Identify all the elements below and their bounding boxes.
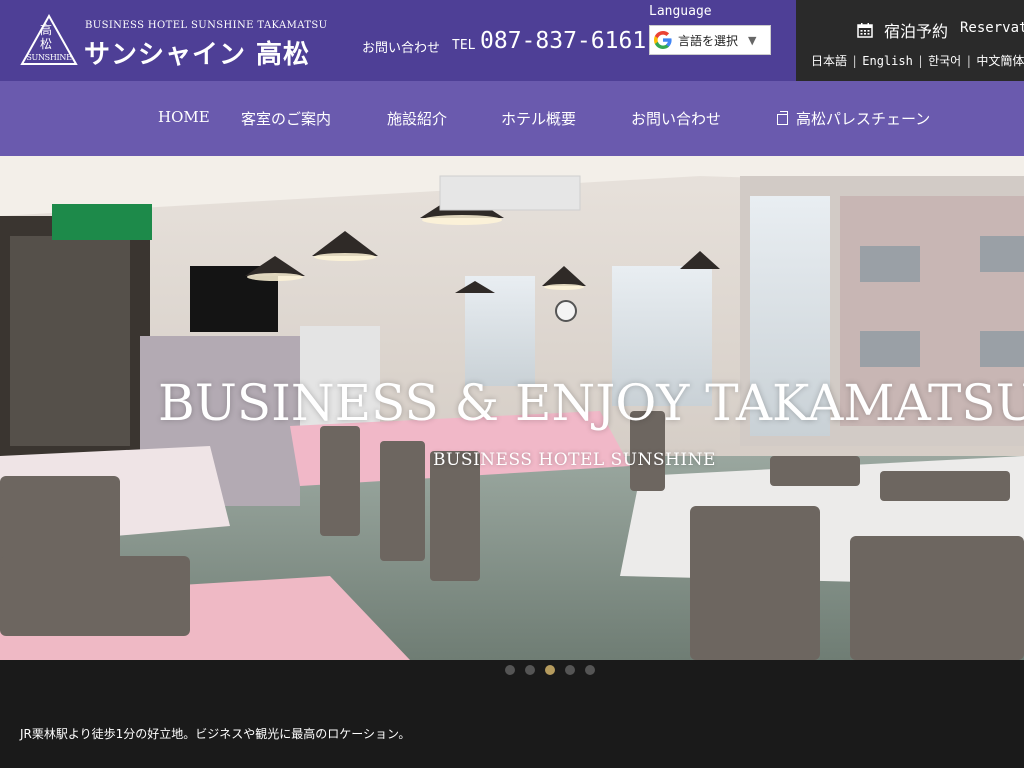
- slider-dots: [505, 665, 595, 675]
- nav-item-hotel-overview[interactable]: ホテル概要: [501, 108, 576, 129]
- nav-item-home[interactable]: HOME: [158, 108, 210, 126]
- hotel-logo[interactable]: 高 松 SUNSHINE: [20, 14, 78, 66]
- calendar-icon: [857, 23, 873, 38]
- reservation-link-en[interactable]: Reservati: [960, 20, 1024, 36]
- brand-name-en: BUSINESS HOTEL SUNSHINE TAKAMATSU: [85, 20, 328, 31]
- logo-kanji-bottom: 松: [40, 37, 53, 51]
- location-tagline: JR栗林駅より徒歩1分の好立地。ビジネスや観光に最高のロケーション。: [20, 727, 411, 741]
- lang-separator: |: [965, 54, 973, 68]
- language-links: 日本語 | English | 한국어 | 中文簡体: [811, 52, 1024, 69]
- lang-link-japanese[interactable]: 日本語: [811, 54, 847, 68]
- hero-subcaption: BUSINESS HOTEL SUNSHINE: [433, 450, 716, 470]
- external-link-icon: [777, 111, 788, 125]
- google-icon: [654, 31, 672, 49]
- hero-caption: BUSINESS & ENJOY TAKAMATSU: [158, 374, 1024, 432]
- slider-dot-2[interactable]: [525, 665, 535, 675]
- slider-dot-4[interactable]: [565, 665, 575, 675]
- nav-item-rooms[interactable]: 客室のご案内: [241, 108, 331, 129]
- reservation-link-ja[interactable]: 宿泊予約: [884, 18, 948, 42]
- language-label: Language: [649, 4, 712, 19]
- slider-dot-3[interactable]: [545, 665, 555, 675]
- tel-label: TEL: [452, 38, 476, 53]
- chevron-down-icon: ▼: [748, 33, 757, 47]
- nav-item-facilities[interactable]: 施設紹介: [387, 108, 447, 129]
- main-nav: HOME 客室のご案内 施設紹介 ホテル概要 お問い合わせ 高松パレスチェーン: [0, 81, 1024, 156]
- slider-dot-1[interactable]: [505, 665, 515, 675]
- lang-link-english[interactable]: English: [862, 54, 913, 68]
- phone-number[interactable]: 087-837-6161: [480, 28, 646, 54]
- site-header: 高 松 SUNSHINE BUSINESS HOTEL SUNSHINE TAK…: [0, 0, 1024, 81]
- slider-dot-5[interactable]: [585, 665, 595, 675]
- brand-name-ja[interactable]: サンシャイン 高松: [84, 34, 310, 71]
- lang-link-chinese[interactable]: 中文簡体: [976, 54, 1024, 68]
- language-select[interactable]: 言語を選択 ▼: [649, 25, 771, 55]
- nav-item-palace-chain[interactable]: 高松パレスチェーン: [777, 108, 930, 129]
- lang-link-korean[interactable]: 한국어: [928, 54, 961, 68]
- reservation-panel: 宿泊予約 Reservati 日本語|English|한국어|中文簡体: [796, 0, 1024, 81]
- hero-slider[interactable]: BUSINESS & ENJOY TAKAMATSU BUSINESS HOTE…: [0, 156, 1024, 660]
- contact-label: お問い合わせ: [362, 41, 441, 56]
- lang-separator: |: [916, 54, 925, 68]
- logo-kanji-top: 高: [40, 23, 53, 37]
- language-select-label: 言語を選択: [678, 33, 739, 48]
- nav-item-palace-chain-label: 高松パレスチェーン: [796, 110, 931, 128]
- nav-item-contact[interactable]: お問い合わせ: [631, 108, 721, 129]
- logo-text: SUNSHINE: [26, 53, 72, 62]
- lang-separator: |: [851, 54, 859, 68]
